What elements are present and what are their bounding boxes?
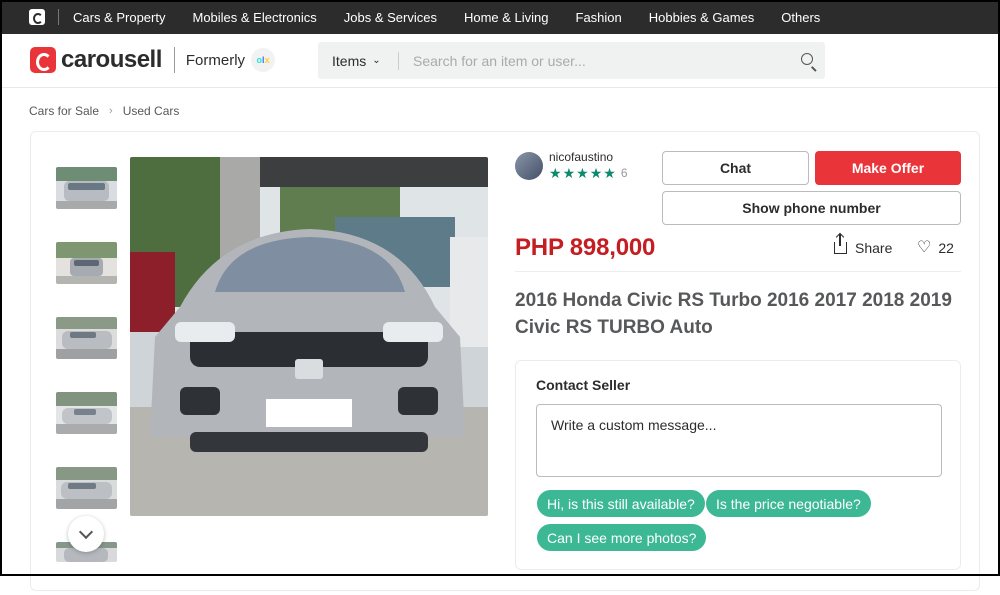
listing-title: 2016 Honda Civic RS Turbo 2016 2017 2018… [515,290,952,338]
thumbnail[interactable] [56,242,117,284]
thumbnail-scroll-down-button[interactable] [68,516,104,552]
thumbnail[interactable] [56,467,117,509]
chevron-right-icon: › [109,105,113,117]
quick-reply-chip[interactable]: Hi, is this still available? [537,490,705,517]
category-home-living[interactable]: Home & Living [464,10,549,25]
share-icon [834,234,847,254]
olx-logo-icon: olx [251,48,276,72]
car-photo-thumbnail [56,242,117,284]
listing-price: PHP 898,000 [515,234,656,261]
site-header: carousell Formerly olx Items ⌄ [0,34,1000,88]
quick-reply-chip[interactable]: Can I see more photos? [537,524,707,551]
category-others[interactable]: Others [781,10,820,25]
category-jobs-services[interactable]: Jobs & Services [344,10,437,25]
thumbnail[interactable] [56,167,117,209]
search-bar: Items ⌄ [318,42,825,79]
star-icon: ★ [549,165,562,181]
divider [515,271,961,272]
search-input[interactable] [399,52,779,69]
quick-reply-chip[interactable]: Is the price negotiable? [706,490,871,517]
brand-divider [173,47,175,73]
search-icon[interactable] [801,53,813,65]
star-icon: ★ [589,165,603,181]
category-cars-property[interactable]: Cars & Property [73,10,165,25]
seller-info[interactable]: nicofaustino ★ ★ ★ ★ ★ 6 [515,150,628,180]
seller-username[interactable]: nicofaustino [549,150,628,164]
search-category-dropdown[interactable]: Items ⌄ [318,53,398,69]
breadcrumb-cars-for-sale[interactable]: Cars for Sale [29,104,99,118]
search-category-label: Items [332,52,367,69]
car-photo-thumbnail [56,467,117,509]
star-icon: ★ [576,165,589,181]
carousell-logo-icon [30,47,56,73]
star-icon: ★ [562,165,576,181]
category-mobiles-electronics[interactable]: Mobiles & Electronics [192,10,316,25]
heart-icon: ♡ [917,239,932,256]
chevron-down-icon: ⌄ [372,55,381,66]
thumbnail[interactable] [56,392,117,434]
make-offer-button[interactable]: Make Offer [815,151,961,185]
like-count: 22 [938,240,954,256]
share-label: Share [855,240,893,256]
car-photo-thumbnail [56,392,117,434]
contact-seller-panel: Contact Seller Hi, is this still availab… [515,360,961,570]
avatar[interactable] [515,152,543,180]
review-count: 6 [620,166,628,180]
car-main-photo [130,157,488,516]
breadcrumb-used-cars[interactable]: Used Cars [123,104,180,118]
brand-logo[interactable]: carousell Formerly olx [30,46,276,74]
seller-rating: ★ ★ ★ ★ ★ 6 [549,166,628,180]
like-button[interactable]: ♡ 22 [917,239,954,257]
category-fashion[interactable]: Fashion [576,10,622,25]
carousell-mini-logo-icon[interactable] [29,9,45,25]
contact-seller-heading: Contact Seller [536,377,631,393]
star-icon: ★ [603,165,616,181]
category-hobbies-games[interactable]: Hobbies & Games [649,10,755,25]
chat-button[interactable]: Chat [662,151,809,185]
share-button[interactable]: Share [834,234,893,256]
thumbnail[interactable] [56,317,117,359]
show-phone-button[interactable]: Show phone number [662,191,961,225]
category-separator [58,9,59,25]
car-photo-thumbnail [56,167,117,209]
car-photo-thumbnail [56,317,117,359]
message-input[interactable] [536,404,942,477]
formerly-label: Formerly [185,51,246,69]
category-bar: Cars & Property Mobiles & Electronics Jo… [0,0,1000,34]
brand-wordmark: carousell [61,46,162,73]
main-photo[interactable] [130,157,488,516]
breadcrumb: Cars for Sale › Used Cars [29,104,179,118]
